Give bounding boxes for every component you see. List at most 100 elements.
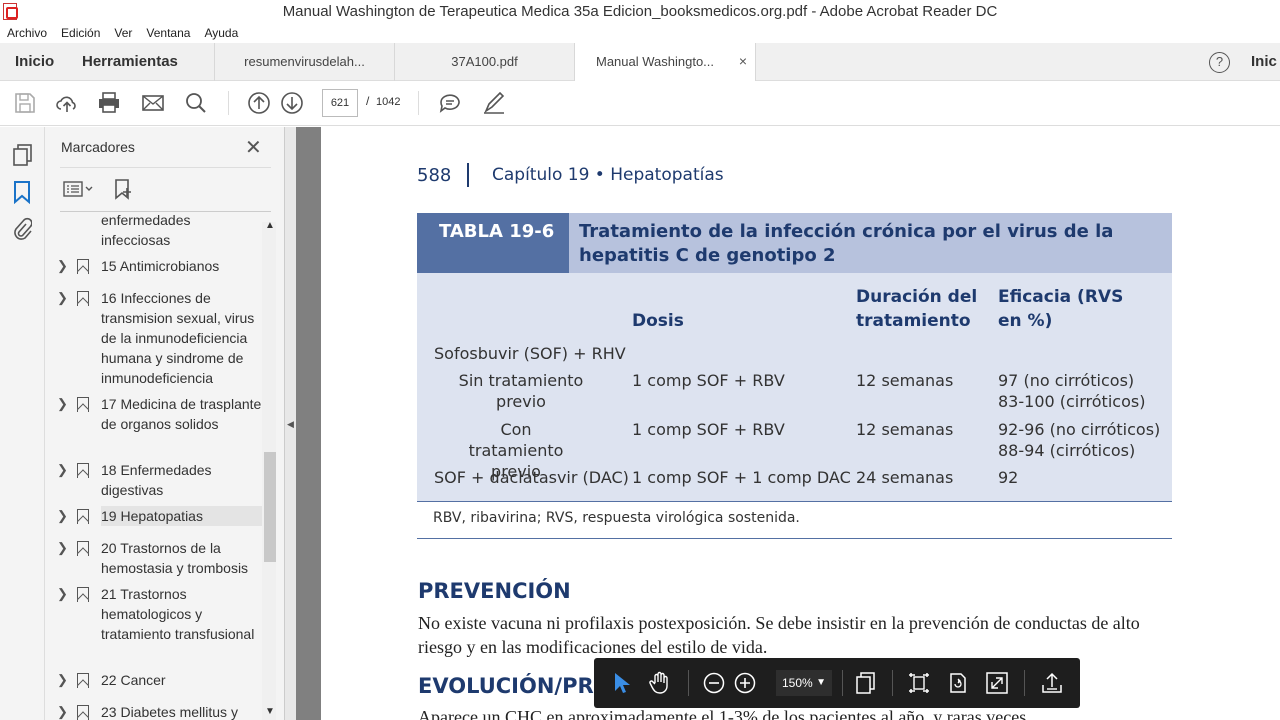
nav-inicio-right[interactable]: Inic bbox=[1251, 43, 1277, 81]
document-gutter bbox=[296, 127, 321, 720]
tab-document-2[interactable]: 37A100.pdf bbox=[394, 43, 574, 81]
menu-archivo[interactable]: Archivo bbox=[7, 23, 47, 43]
bookmark-label: 19 Hepatopatias bbox=[101, 506, 263, 526]
table-body: Dosis Duración del tratamiento Eficacia … bbox=[417, 273, 1172, 501]
table-label: TABLA 19-6 bbox=[417, 213, 569, 273]
table-cell-regimen: Sin tratamiento previo bbox=[458, 371, 584, 411]
bookmark-item[interactable]: ❯ 23 Diabetes mellitus y bbox=[45, 702, 263, 720]
menu-edicion[interactable]: Edición bbox=[61, 23, 100, 43]
chevron-right-icon[interactable]: ❯ bbox=[57, 584, 68, 604]
tab-bar: Inicio Herramientas resumenvirusdelah...… bbox=[0, 43, 1280, 82]
acrobat-app-icon bbox=[3, 3, 18, 20]
mail-icon[interactable] bbox=[141, 91, 165, 115]
table-cell-dose: 1 comp SOF + 1 comp DAC bbox=[632, 468, 851, 487]
page-total: 1042 bbox=[376, 96, 401, 108]
page-number: 588 bbox=[417, 165, 452, 186]
chevron-right-icon[interactable]: ❯ bbox=[57, 702, 68, 720]
chevron-right-icon[interactable]: ❯ bbox=[57, 506, 68, 526]
full-screen-icon[interactable] bbox=[985, 671, 1009, 695]
pen-icon[interactable] bbox=[482, 91, 506, 115]
collapse-panel-icon[interactable]: ◀ bbox=[287, 419, 294, 430]
tab-document-1[interactable]: resumenvirusdelah... bbox=[214, 43, 394, 81]
select-cursor-icon[interactable] bbox=[610, 671, 634, 695]
chevron-right-icon[interactable]: ❯ bbox=[57, 394, 68, 414]
print-icon[interactable] bbox=[97, 91, 121, 115]
bookmark-label: 15 Antimicrobianos bbox=[101, 258, 220, 274]
bookmark-list: enfermedades infecciosas ❯ 15 Antimicrobi… bbox=[45, 212, 263, 720]
rotate-page-icon[interactable] bbox=[946, 671, 970, 695]
scrollbar-thumb[interactable] bbox=[264, 452, 276, 562]
tab-close-icon[interactable]: × bbox=[739, 43, 747, 80]
search-icon[interactable] bbox=[184, 91, 208, 115]
table-footnote: RBV, ribavirina; RVS, respuesta virológi… bbox=[417, 501, 1172, 539]
table-19-6: TABLA 19-6 Tratamiento de la infección c… bbox=[417, 213, 1172, 539]
nav-herramientas[interactable]: Herramientas bbox=[82, 43, 178, 81]
bookmark-item[interactable]: ❯ 15 Antimicrobianos bbox=[45, 256, 263, 278]
page-display-icon[interactable] bbox=[854, 671, 878, 695]
cloud-upload-icon[interactable] bbox=[55, 91, 79, 115]
comment-icon[interactable] bbox=[438, 91, 462, 115]
page-separator: / bbox=[366, 94, 370, 108]
save-icon[interactable] bbox=[13, 91, 37, 115]
zoom-out-icon[interactable] bbox=[702, 671, 726, 695]
nav-inicio[interactable]: Inicio bbox=[15, 43, 54, 81]
chevron-right-icon[interactable]: ❯ bbox=[57, 460, 68, 480]
attachment-icon[interactable] bbox=[12, 217, 32, 241]
header-duracion: Duración del tratamiento bbox=[856, 287, 978, 331]
table-cell-efficacy: 92-96 (no cirróticos) 88-94 (cirróticos) bbox=[998, 420, 1161, 460]
section-heading: EVOLUCIÓN/PRO bbox=[418, 674, 612, 698]
zoom-value: 150% bbox=[782, 676, 813, 690]
menu-ayuda[interactable]: Ayuda bbox=[204, 23, 238, 43]
table-cell-duration: 12 semanas bbox=[856, 371, 954, 390]
tab-document-active[interactable]: Manual Washingto... × bbox=[574, 43, 756, 82]
chevron-right-icon[interactable]: ❯ bbox=[57, 288, 68, 308]
bookmark-label: 20 Trastornos de la hemostasia y trombos… bbox=[101, 540, 249, 576]
bookmark-scrollbar[interactable]: ▲ ▼ bbox=[262, 220, 276, 720]
bookmark-item[interactable]: ❯ 17 Medicina de trasplante de organos so… bbox=[45, 394, 263, 456]
bookmark-item[interactable]: ❯ 16 Infecciones de transmision sexual, v… bbox=[45, 288, 263, 388]
page-number-input[interactable]: 621 bbox=[322, 89, 358, 117]
chevron-right-icon[interactable]: ❯ bbox=[57, 256, 68, 276]
panel-title: Marcadores bbox=[61, 139, 135, 155]
scroll-down-icon[interactable]: ▼ bbox=[265, 706, 275, 717]
page-down-icon[interactable] bbox=[280, 91, 304, 115]
bookmark-item-selected[interactable]: ❯ 19 Hepatopatias bbox=[45, 506, 263, 528]
bookmark-item[interactable]: ❯ 22 Cancer bbox=[45, 670, 263, 692]
toolbar-divider bbox=[842, 670, 843, 696]
menu-ventana[interactable]: Ventana bbox=[146, 23, 190, 43]
bookmark-item[interactable]: enfermedades infecciosas bbox=[45, 212, 263, 252]
page-up-icon[interactable] bbox=[247, 91, 271, 115]
bookmark-item[interactable]: ❯ 18 Enfermedades digestivas bbox=[45, 460, 263, 502]
header-eficacia: Eficacia (RVS en %) bbox=[998, 287, 1124, 331]
fit-page-icon[interactable] bbox=[907, 671, 931, 695]
bookmark-panel-icon[interactable] bbox=[13, 180, 31, 204]
bookmark-item[interactable]: ❯ 20 Trastornos de la hemostasia y trombo… bbox=[45, 538, 263, 580]
zoom-level-select[interactable]: 150% ▼ bbox=[776, 670, 832, 696]
toolbar-divider bbox=[228, 91, 229, 115]
table-cell-regimen: Sofosbuvir (SOF) + RHV bbox=[434, 344, 626, 363]
bookmark-icon bbox=[77, 541, 89, 556]
chevron-right-icon[interactable]: ❯ bbox=[57, 538, 68, 558]
close-icon[interactable]: ✕ bbox=[245, 135, 262, 160]
bookmark-options-icon[interactable] bbox=[63, 180, 95, 198]
table-title: Tratamiento de la infección crónica por … bbox=[569, 213, 1172, 273]
bookmark-icon bbox=[77, 587, 89, 602]
chapter-header: Capítulo 19 • Hepatopatías bbox=[492, 165, 724, 185]
zoom-in-icon[interactable] bbox=[733, 671, 757, 695]
menu-ver[interactable]: Ver bbox=[114, 23, 132, 43]
panel-splitter[interactable]: ◀ bbox=[284, 127, 296, 720]
toolbar-divider bbox=[892, 670, 893, 696]
pages-thumbnail-icon[interactable] bbox=[12, 143, 34, 167]
bookmarks-panel: Marcadores ✕ enfermedades infecciosas ❯ 1… bbox=[45, 127, 284, 720]
chevron-right-icon[interactable]: ❯ bbox=[57, 670, 68, 690]
help-icon[interactable]: ? bbox=[1209, 52, 1230, 73]
bookmark-item[interactable]: ❯ 21 Trastornos hematologicos y tratamien… bbox=[45, 584, 263, 666]
hand-tool-icon[interactable] bbox=[648, 671, 672, 695]
toolbar-divider bbox=[1024, 670, 1025, 696]
header-dosis: Dosis bbox=[632, 311, 684, 331]
table-cell-dose: 1 comp SOF + RBV bbox=[632, 420, 785, 439]
scroll-up-icon[interactable]: ▲ bbox=[265, 220, 275, 231]
table-cell-duration: 24 semanas bbox=[856, 468, 954, 487]
new-bookmark-icon[interactable] bbox=[113, 178, 135, 200]
share-upload-icon[interactable] bbox=[1040, 671, 1064, 695]
